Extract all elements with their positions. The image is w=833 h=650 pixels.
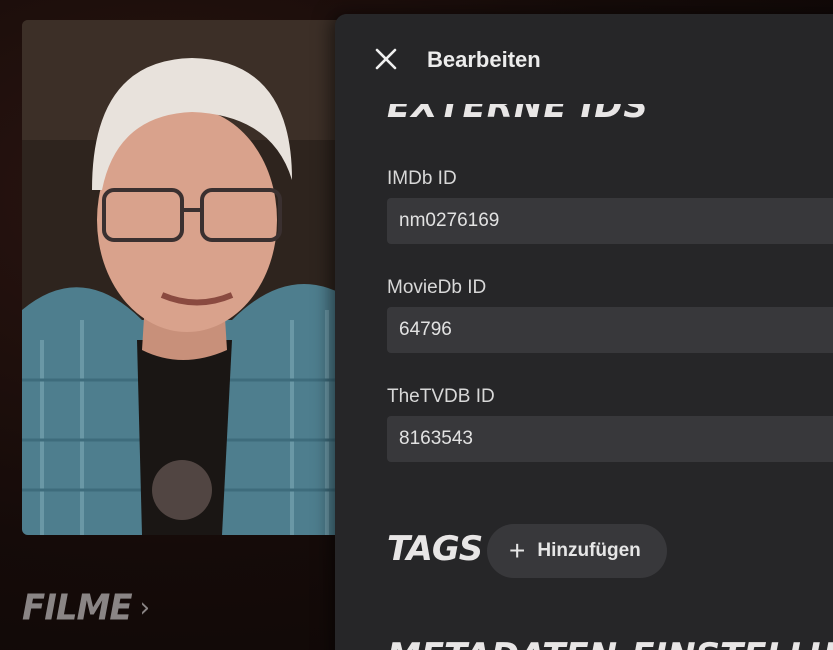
page: Filme › Externe IDs Bearbeiten IMDb ID M… xyxy=(0,0,833,650)
moviedb-id-input[interactable] xyxy=(387,307,833,353)
close-icon xyxy=(375,48,397,70)
thetvdb-id-label: TheTVDB ID xyxy=(387,386,495,407)
dialog-title: Bearbeiten xyxy=(427,47,541,72)
person-photo-illustration xyxy=(22,20,352,535)
filmography-link-label: Filme xyxy=(22,587,133,629)
tags-heading: Tags xyxy=(387,529,483,569)
moviedb-id-label: MovieDb ID xyxy=(387,277,487,298)
imdb-id-input[interactable] xyxy=(387,198,833,244)
thetvdb-id-input[interactable] xyxy=(387,416,833,462)
chevron-right-icon: › xyxy=(139,592,150,624)
metadata-settings-heading: Metadaten-Einstellungen xyxy=(387,636,833,650)
filmography-link[interactable]: Filme › xyxy=(22,587,150,629)
dialog-header: Bearbeiten xyxy=(335,14,833,104)
imdb-id-label: IMDb ID xyxy=(387,168,457,189)
plus-icon: + xyxy=(509,535,526,566)
person-photo xyxy=(22,20,352,535)
close-button[interactable] xyxy=(371,44,401,74)
add-tag-button-label: Hinzufügen xyxy=(537,540,641,561)
add-tag-button[interactable]: + Hinzufügen xyxy=(487,524,667,578)
edit-dialog: Externe IDs Bearbeiten IMDb ID MovieDb I… xyxy=(335,14,833,650)
